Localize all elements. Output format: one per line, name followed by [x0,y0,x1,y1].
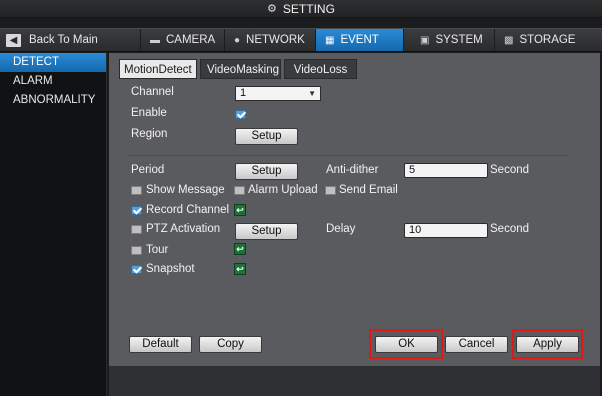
tab-storage[interactable]: ▩ STORAGE [494,29,582,51]
sidebar-item-detect[interactable]: DETECT [0,53,106,72]
snapshot-config-icon[interactable]: ↩ [234,263,246,275]
sidebar-item-abnormality[interactable]: ABNORMALITY [0,91,106,110]
channel-select[interactable]: 1 ▼ [235,86,321,101]
back-to-main-label: Back To Main [29,34,98,46]
event-icon: ▦ [325,34,335,46]
tab-event[interactable]: ▦ EVENT [315,29,403,51]
delay-unit: Second [490,223,530,235]
send-email-label: Send Email [339,184,398,196]
alarm-upload-checkbox[interactable] [234,186,245,195]
ptz-activation-label: PTZ Activation [146,223,221,235]
delay-input[interactable]: 10 [404,223,488,238]
main-tabs: ▬ CAMERA ● NETWORK ▦ EVENT ▣ SYSTEM ▩ ST… [140,29,582,51]
subtab-video-masking[interactable]: VideoMasking [200,59,281,79]
tab-network-label: NETWORK [246,34,305,46]
tab-network[interactable]: ● NETWORK [224,29,315,51]
tab-storage-label: STORAGE [519,34,576,46]
divider [127,155,569,156]
sidebar: DETECT ALARM ABNORMALITY [0,53,107,396]
show-message-label: Show Message [146,184,225,196]
back-arrow-icon: ◀ [6,33,21,47]
back-to-main-button[interactable]: ◀ Back To Main [6,29,98,51]
tour-label: Tour [146,244,169,256]
apply-button[interactable]: Apply [516,336,579,353]
antidither-input[interactable]: 5 [404,163,488,178]
window-title: SETTING [282,1,335,16]
tab-system-label: SYSTEM [435,34,483,46]
default-button[interactable]: Default [129,336,192,353]
tab-camera-label: CAMERA [166,34,216,46]
tour-checkbox[interactable] [131,246,142,255]
copy-button[interactable]: Copy [199,336,262,353]
gear-icon: ⚙ [267,3,277,15]
chevron-down-icon: ▼ [308,89,316,98]
sidebar-item-alarm[interactable]: ALARM [0,72,106,91]
tour-config-icon[interactable]: ↩ [234,243,246,255]
snapshot-label: Snapshot [146,263,195,275]
cancel-button[interactable]: Cancel [445,336,508,353]
alarm-upload-label: Alarm Upload [248,184,318,196]
snapshot-checkbox[interactable] [131,265,142,274]
record-channel-checkbox[interactable] [131,206,142,215]
enable-label: Enable [131,107,167,119]
period-setup-button[interactable]: Setup [235,163,298,180]
ptz-setup-button[interactable]: Setup [235,223,298,240]
antidither-label: Anti-dither [326,164,379,176]
period-label: Period [131,164,165,176]
tab-event-label: EVENT [340,34,379,46]
record-channel-label: Record Channel [146,204,230,216]
record-channel-config-icon[interactable]: ↩ [234,204,246,216]
enable-checkbox[interactable] [235,110,246,119]
top-navigation: ◀ Back To Main ▬ CAMERA ● NETWORK ▦ EVEN… [0,28,602,52]
subtab-motion-detect[interactable]: MotionDetect [119,59,197,79]
region-setup-button[interactable]: Setup [235,128,298,145]
title-bar: ⚙ SETTING [0,0,602,18]
ok-button[interactable]: OK [375,336,438,353]
channel-label: Channel [131,86,174,98]
globe-icon: ● [234,34,241,46]
send-email-checkbox[interactable] [325,186,336,195]
antidither-unit: Second [490,164,530,176]
storage-icon: ▩ [504,34,514,46]
settings-panel: MotionDetect VideoMasking VideoLoss Chan… [109,53,600,366]
tab-camera[interactable]: ▬ CAMERA [140,29,224,51]
subtabs: MotionDetect VideoMasking VideoLoss [119,59,357,79]
channel-value: 1 [240,87,247,99]
tab-system[interactable]: ▣ SYSTEM [403,29,494,51]
region-label: Region [131,128,168,140]
subtab-video-loss[interactable]: VideoLoss [284,59,357,79]
show-message-checkbox[interactable] [131,186,142,195]
bottom-strip [109,366,600,396]
system-icon: ▣ [420,34,430,46]
delay-label: Delay [326,223,356,235]
camera-icon: ▬ [150,34,160,46]
ptz-activation-checkbox[interactable] [131,225,142,234]
